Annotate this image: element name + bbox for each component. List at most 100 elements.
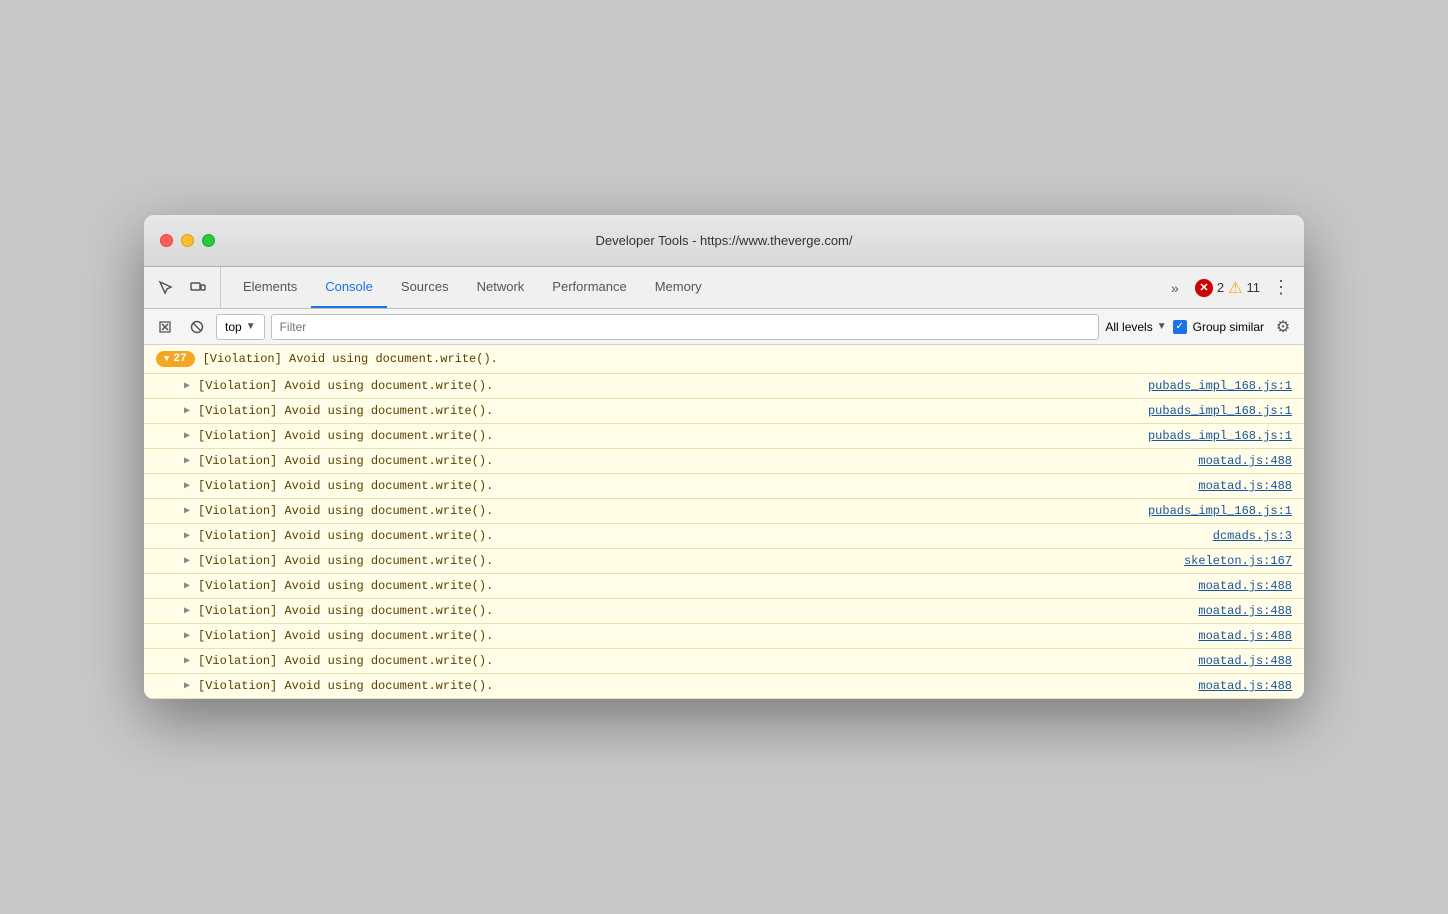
row-expand-arrow[interactable]: ▶ — [184, 555, 190, 567]
console-row: ▶ [Violation] Avoid using document.write… — [144, 399, 1304, 424]
title-bar: Developer Tools - https://www.theverge.c… — [144, 215, 1304, 267]
tab-bar: Elements Console Sources Network Perform… — [144, 267, 1304, 309]
row-expand-arrow[interactable]: ▶ — [184, 580, 190, 592]
row-source-link[interactable]: skeleton.js:167 — [1184, 554, 1292, 568]
row-message: [Violation] Avoid using document.write()… — [198, 554, 493, 568]
tab-console[interactable]: Console — [311, 267, 387, 308]
device-toolbar-button[interactable] — [184, 274, 212, 302]
inspect-element-button[interactable] — [152, 274, 180, 302]
row-expand-arrow[interactable]: ▶ — [184, 405, 190, 417]
group-count: 27 — [173, 353, 186, 365]
block-requests-button[interactable] — [184, 314, 210, 340]
row-left: ▶ [Violation] Avoid using document.write… — [184, 554, 493, 568]
tab-memory[interactable]: Memory — [641, 267, 716, 308]
row-source-link[interactable]: moatad.js:488 — [1198, 479, 1292, 493]
row-expand-arrow[interactable]: ▶ — [184, 655, 190, 667]
row-left: ▶ [Violation] Avoid using document.write… — [184, 404, 493, 418]
console-row: ▶ [Violation] Avoid using document.write… — [144, 449, 1304, 474]
row-message: [Violation] Avoid using document.write()… — [198, 654, 493, 668]
clear-console-button[interactable] — [152, 314, 178, 340]
row-message: [Violation] Avoid using document.write()… — [198, 379, 493, 393]
row-expand-arrow[interactable]: ▶ — [184, 680, 190, 692]
context-value: top — [225, 320, 242, 334]
level-label: All levels — [1105, 320, 1152, 334]
console-row: ▶ [Violation] Avoid using document.write… — [144, 499, 1304, 524]
level-selector[interactable]: All levels ▼ — [1105, 320, 1166, 334]
group-similar-label: Group similar — [1193, 320, 1264, 334]
row-expand-arrow[interactable]: ▶ — [184, 455, 190, 467]
row-source-link[interactable]: dcmads.js:3 — [1213, 529, 1292, 543]
console-row: ▶ [Violation] Avoid using document.write… — [144, 424, 1304, 449]
window-title: Developer Tools - https://www.theverge.c… — [596, 233, 853, 248]
devtools-window: Developer Tools - https://www.theverge.c… — [144, 215, 1304, 699]
context-selector[interactable]: top ▼ — [216, 314, 265, 340]
console-toolbar: top ▼ All levels ▼ ✓ Group similar ⚙ — [144, 309, 1304, 345]
row-source-link[interactable]: pubads_impl_168.js:1 — [1148, 504, 1292, 518]
warning-icon: ⚠ — [1228, 278, 1242, 298]
row-message: [Violation] Avoid using document.write()… — [198, 579, 493, 593]
row-source-link[interactable]: pubads_impl_168.js:1 — [1148, 404, 1292, 418]
row-expand-arrow[interactable]: ▶ — [184, 480, 190, 492]
group-arrow-icon: ▼ — [164, 354, 169, 364]
warning-count: 11 — [1247, 280, 1261, 295]
group-header-message: [Violation] Avoid using document.write()… — [203, 352, 498, 366]
row-source-link[interactable]: pubads_impl_168.js:1 — [1148, 379, 1292, 393]
row-expand-arrow[interactable]: ▶ — [184, 605, 190, 617]
tab-sources[interactable]: Sources — [387, 267, 463, 308]
error-badge: ✕ — [1195, 279, 1213, 297]
row-left: ▶ [Violation] Avoid using document.write… — [184, 579, 493, 593]
row-left: ▶ [Violation] Avoid using document.write… — [184, 654, 493, 668]
tab-performance[interactable]: Performance — [538, 267, 640, 308]
console-row: ▶ [Violation] Avoid using document.write… — [144, 374, 1304, 399]
console-row: ▶ [Violation] Avoid using document.write… — [144, 649, 1304, 674]
group-similar-checkbox[interactable]: ✓ — [1173, 320, 1187, 334]
row-source-link[interactable]: moatad.js:488 — [1198, 679, 1292, 693]
filter-input[interactable] — [271, 314, 1100, 340]
close-button[interactable] — [160, 234, 173, 247]
row-message: [Violation] Avoid using document.write()… — [198, 404, 493, 418]
main-tabs: Elements Console Sources Network Perform… — [229, 267, 1153, 308]
tab-elements[interactable]: Elements — [229, 267, 311, 308]
row-source-link[interactable]: moatad.js:488 — [1198, 654, 1292, 668]
row-source-link[interactable]: pubads_impl_168.js:1 — [1148, 429, 1292, 443]
row-left: ▶ [Violation] Avoid using document.write… — [184, 454, 493, 468]
row-expand-arrow[interactable]: ▶ — [184, 380, 190, 392]
row-message: [Violation] Avoid using document.write()… — [198, 604, 493, 618]
console-row: ▶ [Violation] Avoid using document.write… — [144, 574, 1304, 599]
row-source-link[interactable]: moatad.js:488 — [1198, 629, 1292, 643]
traffic-lights — [160, 234, 215, 247]
group-similar-option: ✓ Group similar — [1173, 320, 1264, 334]
row-source-link[interactable]: moatad.js:488 — [1198, 579, 1292, 593]
console-row: ▶ [Violation] Avoid using document.write… — [144, 674, 1304, 699]
row-source-link[interactable]: moatad.js:488 — [1198, 454, 1292, 468]
row-left: ▶ [Violation] Avoid using document.write… — [184, 504, 493, 518]
console-row: ▶ [Violation] Avoid using document.write… — [144, 524, 1304, 549]
row-left: ▶ [Violation] Avoid using document.write… — [184, 679, 493, 693]
row-message: [Violation] Avoid using document.write()… — [198, 479, 493, 493]
row-message: [Violation] Avoid using document.write()… — [198, 454, 493, 468]
row-expand-arrow[interactable]: ▶ — [184, 505, 190, 517]
level-dropdown-arrow: ▼ — [1157, 321, 1167, 332]
row-left: ▶ [Violation] Avoid using document.write… — [184, 629, 493, 643]
minimize-button[interactable] — [181, 234, 194, 247]
group-badge[interactable]: ▼ 27 — [156, 351, 195, 367]
row-left: ▶ [Violation] Avoid using document.write… — [184, 604, 493, 618]
row-source-link[interactable]: moatad.js:488 — [1198, 604, 1292, 618]
row-expand-arrow[interactable]: ▶ — [184, 430, 190, 442]
maximize-button[interactable] — [202, 234, 215, 247]
more-tabs-button[interactable]: » — [1161, 274, 1189, 302]
tab-right-area: » ✕ 2 ⚠ 11 ⋮ — [1153, 267, 1296, 308]
console-settings-button[interactable]: ⚙ — [1270, 314, 1296, 340]
tab-network[interactable]: Network — [463, 267, 539, 308]
row-left: ▶ [Violation] Avoid using document.write… — [184, 429, 493, 443]
console-row: ▶ [Violation] Avoid using document.write… — [144, 474, 1304, 499]
more-options-button[interactable]: ⋮ — [1266, 277, 1296, 298]
console-group-header: ▼ 27 [Violation] Avoid using document.wr… — [144, 345, 1304, 374]
row-expand-arrow[interactable]: ▶ — [184, 630, 190, 642]
row-expand-arrow[interactable]: ▶ — [184, 530, 190, 542]
row-message: [Violation] Avoid using document.write()… — [198, 504, 493, 518]
row-left: ▶ [Violation] Avoid using document.write… — [184, 479, 493, 493]
context-dropdown-arrow: ▼ — [246, 321, 256, 332]
console-row: ▶ [Violation] Avoid using document.write… — [144, 624, 1304, 649]
row-message: [Violation] Avoid using document.write()… — [198, 529, 493, 543]
